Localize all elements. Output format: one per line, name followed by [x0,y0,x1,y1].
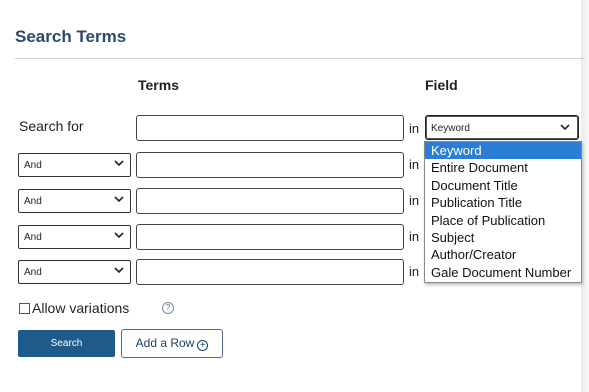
field-options-list: Keyword Entire Document Document Title P… [424,141,582,283]
field-option-entire-document[interactable]: Entire Document [425,159,581,176]
operator-select-4[interactable]: And [18,225,131,249]
chevron-down-icon [114,232,124,239]
help-circle-icon[interactable]: ? [162,302,174,314]
operator-select-2[interactable]: And [18,153,131,177]
title-divider [15,58,585,59]
search-term-input-3[interactable] [136,188,404,214]
field-select-1[interactable]: Keyword [425,115,579,140]
operator-select-value: And [24,160,42,171]
checkbox-icon[interactable] [19,303,30,314]
field-option-publication-title[interactable]: Publication Title [425,194,581,211]
field-option-subject[interactable]: Subject [425,229,581,246]
operator-select-3[interactable]: And [18,189,131,213]
search-term-input-5[interactable] [136,259,404,285]
terms-column-header: Terms [138,77,179,93]
in-label: in [409,264,420,279]
add-row-button[interactable]: Add a Row + [121,329,223,358]
in-label: in [409,157,420,172]
field-option-keyword[interactable]: Keyword [425,142,581,160]
search-button[interactable]: Search [18,330,115,357]
in-label: in [409,121,420,136]
allow-variations-option[interactable]: Allow variations [19,300,129,316]
allow-variations-label: Allow variations [32,300,130,316]
search-terms-panel: Search Terms Terms Field Search for in K… [0,0,589,392]
field-select-value: Keyword [431,123,470,134]
add-row-label: Add a Row [135,336,195,350]
search-term-input-4[interactable] [136,224,404,250]
search-term-input-2[interactable] [136,152,404,178]
operator-select-value: And [24,196,42,207]
field-column-header: Field [425,77,458,93]
field-option-gale-document-number[interactable]: Gale Document Number [425,264,581,281]
operator-select-value: And [24,232,42,243]
page-title: Search Terms [15,27,127,46]
chevron-down-icon [114,267,124,274]
operator-select-value: And [24,267,42,278]
field-option-author-creator[interactable]: Author/Creator [425,246,581,263]
search-term-input-1[interactable] [136,115,404,141]
in-label: in [409,193,420,208]
field-option-place-of-publication[interactable]: Place of Publication [425,212,581,229]
operator-select-5[interactable]: And [18,260,131,284]
chevron-down-icon [114,196,124,203]
search-for-label: Search for [19,118,84,134]
in-label: in [409,229,420,244]
chevron-down-icon [114,160,124,167]
plus-circle-icon: + [197,340,209,351]
field-option-document-title[interactable]: Document Title [425,177,581,194]
chevron-down-icon [560,124,570,131]
